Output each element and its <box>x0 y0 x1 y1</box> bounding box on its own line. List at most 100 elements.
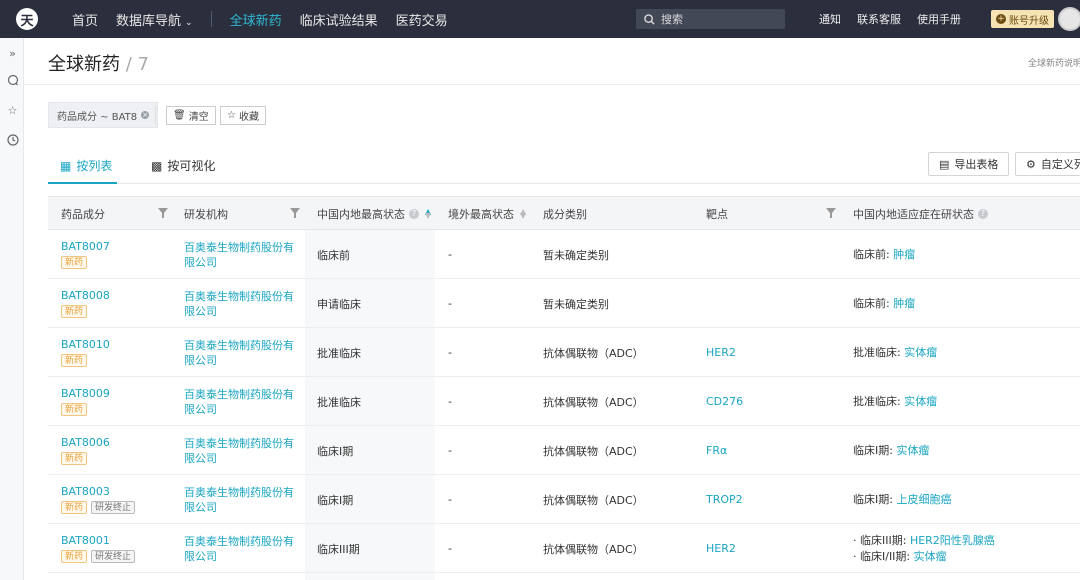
target-link[interactable]: CD276 <box>706 395 743 408</box>
col-target[interactable]: 靶点 <box>706 197 728 231</box>
ex-status-cell: - <box>448 426 452 475</box>
drug-cell: BAT8006 新药 <box>61 426 110 475</box>
sort-icon[interactable]: ▲ ▼ <box>425 208 431 220</box>
nav-home[interactable]: 首页 <box>72 10 98 29</box>
cn-status: 批准临床 <box>317 346 361 360</box>
col-drug[interactable]: 药品成分 <box>61 197 105 231</box>
category-cell: 暂未确定类别 <box>543 230 609 279</box>
ex-status-cell: - <box>448 230 452 279</box>
col-category[interactable]: 成分类别 <box>543 197 587 231</box>
contact-support-link[interactable]: 联系客服 <box>857 11 901 27</box>
clock-icon[interactable] <box>6 134 19 147</box>
target-link[interactable]: HER2 <box>706 346 736 359</box>
help-icon[interactable]: ? <box>409 209 419 219</box>
avatar[interactable] <box>1058 7 1080 31</box>
drug-link[interactable]: BAT8001 <box>61 534 110 547</box>
target-link[interactable]: FRα <box>706 444 727 457</box>
sort-icon[interactable]: ▲ ▼ <box>520 208 526 220</box>
indication-item: · 临床I/II期: 实体瘤 <box>853 549 947 565</box>
nav-pharma-deals[interactable]: 医药交易 <box>396 10 448 29</box>
org-link[interactable]: 百奥泰生物制药股份有限公司 <box>184 485 294 515</box>
drug-link[interactable]: BAT8003 <box>61 485 110 498</box>
drug-link[interactable]: BAT8007 <box>61 240 110 253</box>
col-org[interactable]: 研发机构 <box>184 197 228 231</box>
indication-link[interactable]: HER2阳性乳腺癌 <box>910 534 995 547</box>
custom-columns-button[interactable]: ⚙ 自定义列 <box>1015 152 1080 176</box>
help-link[interactable]: 全球新药说明 <box>1028 56 1080 69</box>
filter-icon[interactable] <box>158 208 168 218</box>
expand-icon[interactable]: » <box>6 47 19 60</box>
filter-tag[interactable]: 药品成分 ~ BAT8 × <box>48 102 159 128</box>
target-link[interactable]: TROP2 <box>706 493 743 506</box>
search-icon <box>644 13 655 25</box>
export-button[interactable]: ▤ 导出表格 <box>928 152 1010 176</box>
drug-link[interactable]: BAT8006 <box>61 436 110 449</box>
org-link[interactable]: 百奥泰生物制药股份有限公司 <box>184 338 294 368</box>
drug-link[interactable]: BAT8010 <box>61 338 110 351</box>
search-input[interactable]: 搜索 <box>636 9 785 29</box>
indication-link[interactable]: 上皮细胞癌 <box>896 493 951 506</box>
org-link[interactable]: 百奥泰生物制药股份有限公司 <box>184 387 294 417</box>
table-row[interactable]: BAT8003 新药 研发终止 百奥泰生物制药股份有限公司 临床I期 - 抗体偶联… <box>48 475 1080 524</box>
nav-database[interactable]: 数据库导航 ⌄ <box>116 10 193 29</box>
col-ex-status[interactable]: 境外最高状态 ▲ ▼ <box>448 197 526 231</box>
indication-item: 临床I期: 实体瘤 <box>853 443 929 459</box>
chat-icon[interactable] <box>6 74 19 87</box>
col-indications[interactable]: 中国内地适应症在研状态 ? <box>853 197 988 231</box>
drug-link[interactable]: BAT8008 <box>61 289 110 302</box>
save-button[interactable]: ☆ 收藏 <box>220 106 266 125</box>
upgrade-button[interactable]: + 账号升级 <box>991 10 1054 28</box>
category-cell: 抗体偶联物（ADC） <box>543 475 644 524</box>
nav-database-label: 数据库导航 <box>116 13 182 29</box>
org-link[interactable]: 百奥泰生物制药股份有限公司 <box>184 436 294 466</box>
org-link[interactable]: 百奥泰生物制药股份有限公司 <box>184 240 294 270</box>
indication-item: 批准临床: 实体瘤 <box>853 394 937 410</box>
notifications-link[interactable]: 通知 <box>819 11 841 27</box>
cn-status: 批准临床 <box>317 395 361 409</box>
filter-tag-label: 药品成分 ~ BAT8 <box>57 111 138 123</box>
new-drug-badge: 新药 <box>61 256 88 269</box>
indication-phase: 临床前: <box>853 247 890 261</box>
help-icon[interactable]: ? <box>978 209 988 219</box>
org-link[interactable]: 百奥泰生物制药股份有限公司 <box>184 289 294 319</box>
drug-cell: BAT8003 新药 研发终止 <box>61 475 139 524</box>
user-manual-link[interactable]: 使用手册 <box>917 11 961 27</box>
logo[interactable]: 天 <box>16 8 38 30</box>
org-link[interactable]: 百奥泰生物制药股份有限公司 <box>184 534 294 564</box>
ex-status-cell: - <box>448 328 452 377</box>
org-cell: 百奥泰生物制药股份有限公司 <box>184 475 294 524</box>
table-row[interactable]: BAT8009 新药 百奥泰生物制药股份有限公司 批准临床 - 抗体偶联物（AD… <box>48 377 1080 426</box>
col-cn-status[interactable]: 中国内地最高状态 ? ▲ ▼ <box>317 197 431 231</box>
indications-cell: · 临床III期: HER2阳性乳腺癌 · 临床I/II期: 实体瘤 <box>853 524 995 573</box>
table-row[interactable]: BAT8007 新药 百奥泰生物制药股份有限公司 临床前 - 暂未确定类别 临床… <box>48 230 1080 279</box>
target-link[interactable]: HER2 <box>706 542 736 555</box>
table-row[interactable]: BAT8008 新药 百奥泰生物制药股份有限公司 申请临床 - 暂未确定类别 临… <box>48 279 1080 328</box>
tab-list[interactable]: ▦ 按列表 <box>60 157 112 174</box>
star-icon[interactable]: ☆ <box>6 104 19 117</box>
drug-link[interactable]: BAT8009 <box>61 387 110 400</box>
badges: 新药 研发终止 <box>61 550 139 563</box>
tab-list-label: 按列表 <box>76 159 113 173</box>
table-row[interactable]: BAT8006 新药 百奥泰生物制药股份有限公司 临床I期 - 抗体偶联物（AD… <box>48 426 1080 475</box>
indications-cell: 批准临床: 实体瘤 <box>853 377 937 426</box>
table-row[interactable]: BAT8001 新药 研发终止 百奥泰生物制药股份有限公司 临床III期 - 抗体… <box>48 524 1080 573</box>
star-icon: ☆ <box>227 110 236 121</box>
nav-clinical-results[interactable]: 临床试验结果 <box>300 10 378 29</box>
indication-link[interactable]: 实体瘤 <box>904 395 937 408</box>
col-ex-status-label: 境外最高状态 <box>448 208 514 221</box>
filter-icon[interactable] <box>290 208 300 218</box>
table-row[interactable]: BAT8010 新药 百奥泰生物制药股份有限公司 批准临床 - 抗体偶联物（AD… <box>48 328 1080 377</box>
tab-visualization[interactable]: ▩ 按可视化 <box>151 157 215 174</box>
nav-global-drugs[interactable]: 全球新药 <box>230 10 282 29</box>
indication-link[interactable]: 肿瘤 <box>893 248 915 261</box>
filter-icon[interactable] <box>826 208 836 218</box>
clear-button[interactable]: 🗑 清空 <box>166 106 216 125</box>
indication-link[interactable]: 实体瘤 <box>896 444 929 457</box>
badges: 新药 研发终止 <box>61 501 139 514</box>
indication-link[interactable]: 实体瘤 <box>904 346 937 359</box>
close-icon[interactable]: × <box>141 111 150 119</box>
indication-link[interactable]: 肿瘤 <box>893 297 915 310</box>
indication-link[interactable]: 实体瘤 <box>914 550 947 563</box>
cn-status-cell: 批准临床 <box>317 328 361 377</box>
search-placeholder: 搜索 <box>661 13 683 26</box>
